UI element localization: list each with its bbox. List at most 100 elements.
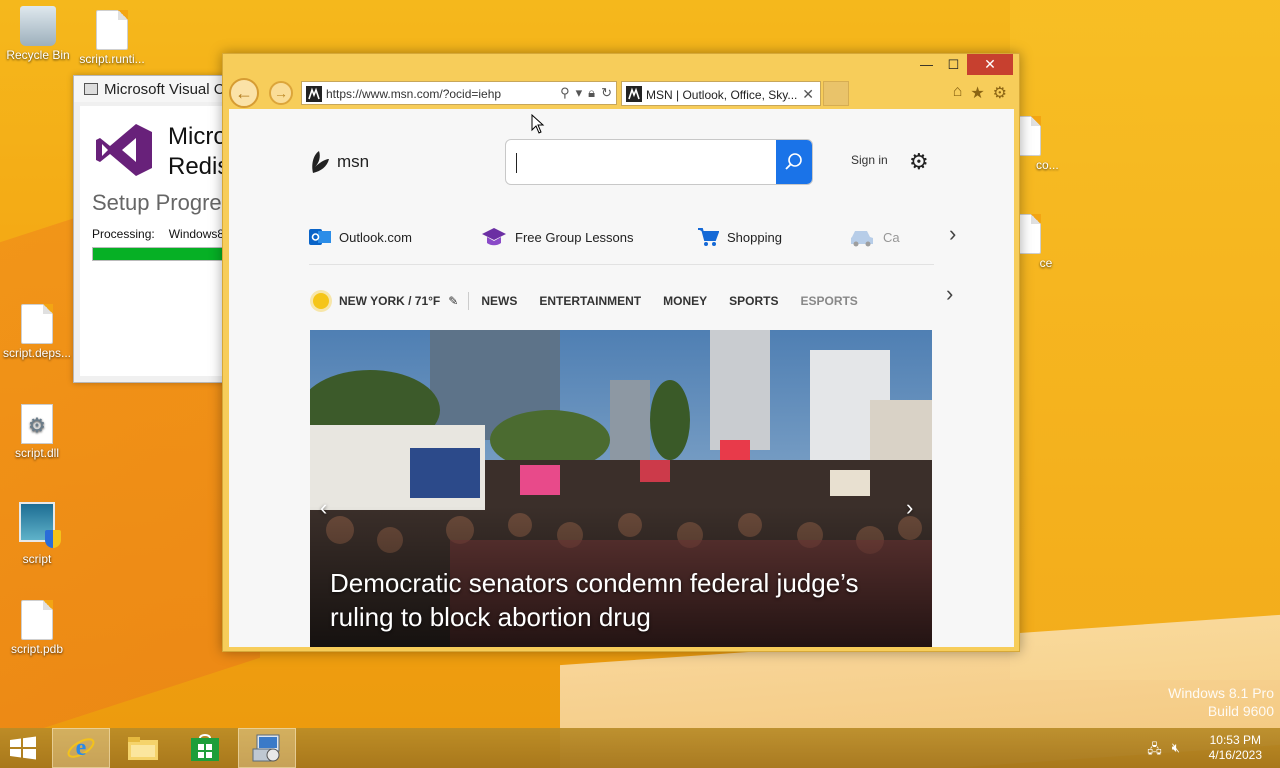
desktop-icon-script-deps[interactable]: script.deps...	[0, 304, 74, 360]
quick-links-bar: Outlook.com Free Group Lessons Shopping …	[309, 221, 956, 265]
address-tools: ⚲ ▾ 🔒︎ ↻	[560, 85, 612, 101]
taskbar-file-explorer[interactable]	[114, 728, 172, 768]
taskbar-internet-explorer[interactable]: e	[52, 728, 110, 768]
nav-sports[interactable]: SPORTS	[729, 294, 778, 308]
search-button[interactable]	[776, 140, 812, 184]
folder-icon	[128, 737, 158, 760]
hero-headline[interactable]: Democratic senators condemn federal judg…	[330, 566, 920, 634]
file-icon	[21, 600, 53, 640]
desktop-icon-script-runtime[interactable]: script.runti...	[75, 10, 149, 66]
nav-news[interactable]: NEWS	[481, 294, 517, 308]
desktop-icon-label: script.dll	[14, 446, 59, 460]
svg-text:e: e	[76, 735, 87, 761]
favorites-star-icon[interactable]: ★	[970, 83, 984, 103]
home-icon[interactable]: ⌂	[953, 83, 963, 103]
network-icon[interactable]: 🖧︎	[1147, 740, 1162, 762]
clock-date: 4/16/2023	[1208, 748, 1262, 762]
search-icon	[785, 153, 802, 170]
msn-logo[interactable]: msn	[309, 149, 369, 175]
desktop-icon-recycle-bin[interactable]: Recycle Bin	[1, 6, 75, 62]
address-text: https://www.msn.com/?ocid=iehp	[326, 87, 502, 101]
weather-location[interactable]: NEW YORK / 71°F	[339, 294, 440, 308]
desktop-icon-label: script.deps...	[2, 346, 72, 360]
quick-link-free-group-lessons[interactable]: Free Group Lessons	[481, 227, 634, 247]
desktop-icon-label: script.runti...	[79, 52, 145, 66]
setup-window-title: Microsoft Visual C	[104, 81, 225, 98]
sign-in-link[interactable]: Sign in	[851, 153, 888, 167]
quick-link-label: Free Group Lessons	[515, 229, 634, 245]
system-clock[interactable]: 10:53 PM 4/16/2023	[1209, 733, 1262, 763]
msn-butterfly-icon	[312, 151, 329, 173]
outlook-icon	[309, 229, 331, 245]
pencil-edit-icon[interactable]: ✎	[448, 294, 458, 308]
page-content: msn Sign in ⚙ Outlook.com Free Group Les…	[229, 109, 1014, 647]
back-button[interactable]: ←	[229, 78, 259, 108]
msn-logo-text: msn	[337, 152, 370, 171]
hero-next-arrow-icon[interactable]: ›	[906, 495, 913, 521]
mouse-cursor-icon	[531, 114, 545, 134]
settings-gear-icon[interactable]: ⚙	[993, 83, 1007, 103]
setup-window-titlebar[interactable]: Microsoft Visual C	[74, 76, 232, 102]
installer-icon	[84, 83, 98, 95]
installer-icon	[252, 734, 280, 762]
quick-link-label: Ca	[883, 229, 900, 245]
graduation-cap-icon	[482, 228, 506, 246]
hero-prev-arrow-icon[interactable]: ‹	[320, 495, 327, 521]
taskbar-setup-installer[interactable]	[238, 728, 296, 768]
desktop-icon-script-dll[interactable]: script.dll	[0, 404, 74, 460]
nav-entertainment[interactable]: ENTERTAINMENT	[539, 294, 641, 308]
quick-link-label: Shopping	[727, 229, 782, 245]
refresh-icon[interactable]: ↻	[601, 85, 612, 101]
close-tab-icon[interactable]: ✕	[802, 86, 814, 103]
dropdown-chevron-icon[interactable]: ▾	[576, 85, 583, 101]
search-box[interactable]	[505, 139, 813, 185]
new-tab-button[interactable]	[823, 81, 849, 106]
browser-window[interactable]: — ☐ ✕ ← → https://www.msn.com/?ocid=iehp…	[222, 53, 1020, 652]
nav-esports[interactable]: ESPORTS	[800, 294, 857, 308]
quick-link-shopping[interactable]: Shopping	[697, 227, 782, 247]
desktop-icon-label: script.pdb	[10, 642, 64, 656]
desktop-icon-script-pdb[interactable]: script.pdb	[0, 600, 74, 656]
hero-story-card[interactable]: ‹ › Democratic senators condemn federal …	[310, 330, 932, 647]
system-tray: 🖧︎ 🔇︎	[1147, 740, 1180, 762]
quick-link-label: Outlook.com	[339, 229, 412, 245]
lock-icon[interactable]: 🔒︎	[588, 85, 595, 101]
clock-time: 10:53 PM	[1209, 733, 1261, 747]
file-icon	[21, 304, 53, 344]
internet-explorer-icon: e	[67, 735, 95, 761]
msn-favicon-icon	[306, 86, 322, 102]
desktop-icon-label: Recycle Bin	[6, 48, 70, 62]
search-input[interactable]	[506, 140, 776, 184]
back-arrow-icon: ←	[235, 82, 253, 103]
minimize-button[interactable]: —	[913, 54, 940, 75]
taskbar-store[interactable]	[176, 728, 234, 768]
setup-progress-fill	[93, 248, 232, 260]
setup-window[interactable]: Microsoft Visual C Micro Redist Setup Pr…	[73, 75, 233, 383]
settings-gear-icon[interactable]: ⚙	[909, 149, 929, 175]
file-icon	[96, 10, 128, 50]
quick-link-outlook[interactable]: Outlook.com	[309, 227, 412, 247]
forward-button[interactable]: →	[269, 81, 293, 105]
address-bar[interactable]: https://www.msn.com/?ocid=iehp ⚲ ▾ 🔒︎ ↻	[301, 81, 617, 105]
volume-muted-icon[interactable]: 🔇︎	[1172, 740, 1180, 762]
caption-buttons: — ☐ ✕	[913, 54, 1013, 75]
windows-start-icon[interactable]	[8, 736, 38, 760]
setup-body: Micro Redist Setup Progre Processing: Win…	[80, 106, 232, 376]
browser-tab[interactable]: MSN | Outlook, Office, Sky... ✕	[621, 81, 821, 106]
browser-toolbar: ← → https://www.msn.com/?ocid=iehp ⚲ ▾ 🔒…	[229, 78, 1013, 110]
forward-arrow-icon: →	[274, 85, 288, 101]
visual-studio-logo-icon	[96, 124, 152, 176]
maximize-button[interactable]: ☐	[940, 54, 967, 75]
chevron-right-icon[interactable]: ›	[946, 281, 953, 307]
search-icon[interactable]: ⚲	[560, 85, 570, 101]
category-nav: NEW YORK / 71°F ✎ NEWS ENTERTAINMENT MON…	[309, 289, 880, 313]
quick-link-cars[interactable]: Ca	[849, 227, 900, 247]
executable-icon	[19, 502, 61, 548]
nav-money[interactable]: MONEY	[663, 294, 707, 308]
desktop-icon-script-exe[interactable]: script	[0, 502, 74, 566]
sun-icon	[313, 293, 329, 309]
setup-progress-bar	[92, 247, 232, 261]
chevron-right-icon[interactable]: ›	[949, 221, 956, 247]
close-button[interactable]: ✕	[967, 54, 1013, 75]
desktop-icon-label: script	[22, 552, 52, 566]
